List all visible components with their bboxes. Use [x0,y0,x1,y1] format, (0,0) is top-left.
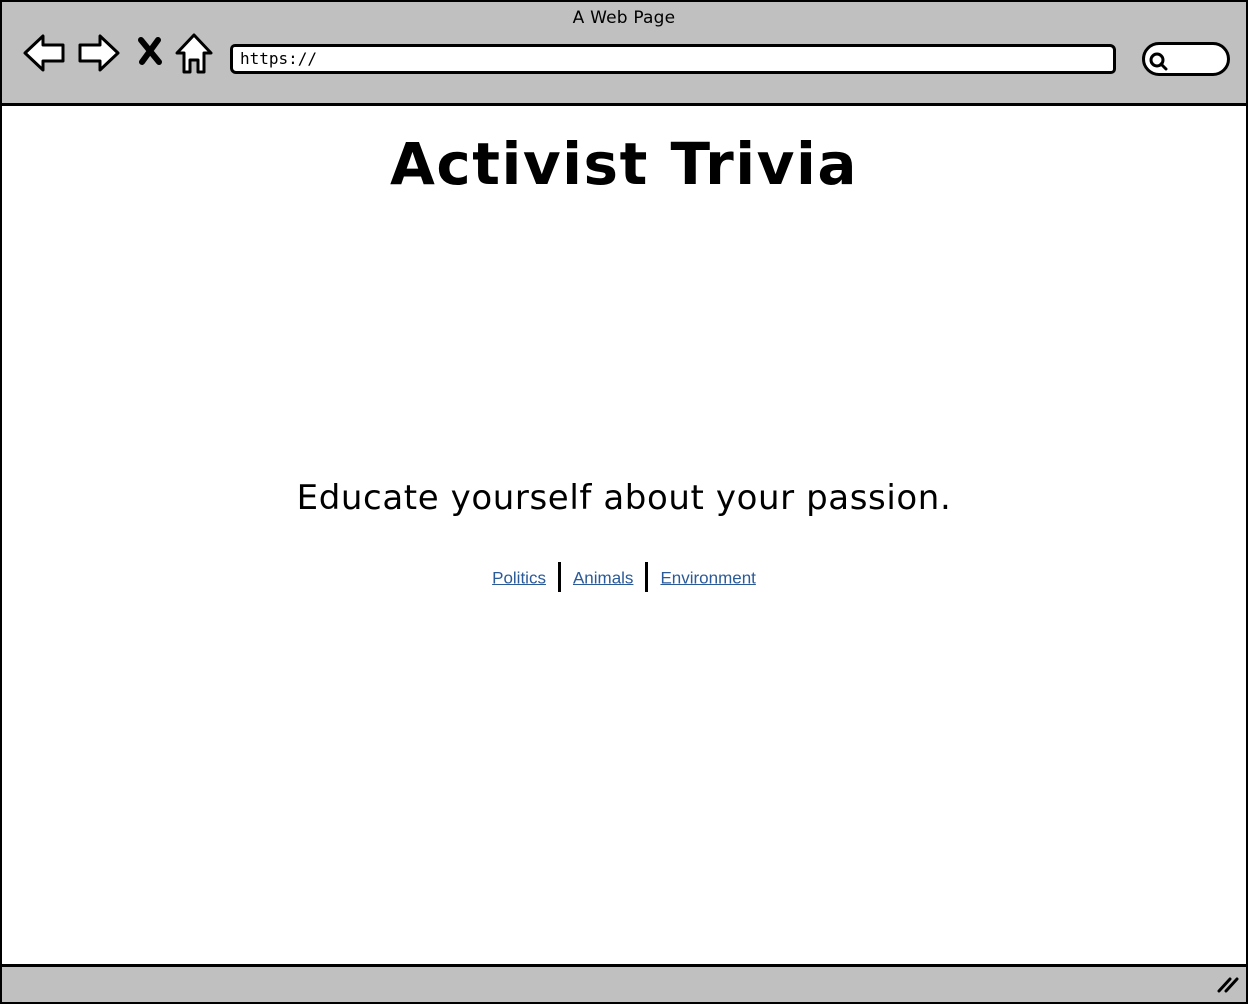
close-icon [136,36,164,66]
page-tagline: Educate yourself about your passion. [296,478,952,518]
forward-arrow-icon [77,32,121,74]
link-separator [645,562,649,592]
home-icon [174,32,214,76]
link-animals[interactable]: Animals [573,568,633,587]
home-button[interactable] [174,32,214,76]
search-field[interactable] [1142,42,1230,76]
back-button[interactable] [22,32,66,74]
browser-toolbar: A Web Page https:// [2,2,1246,106]
forward-button[interactable] [77,32,121,74]
page-content: Activist Trivia Educate yourself about y… [2,106,1246,964]
link-environment[interactable]: Environment [660,568,755,587]
link-separator [557,562,561,592]
back-arrow-icon [22,32,66,74]
stop-button[interactable] [136,36,164,66]
status-bar [2,964,1246,1002]
window-title: A Web Page [572,8,676,28]
category-links: Politics Animals Environment [2,562,1246,594]
link-politics[interactable]: Politics [492,568,546,587]
resize-grip-icon[interactable] [1216,974,1240,998]
browser-window: A Web Page https:// Activist Trivia Educ… [0,0,1248,1004]
page-title: Activist Trivia [389,130,858,198]
url-input[interactable]: https:// [230,44,1116,74]
